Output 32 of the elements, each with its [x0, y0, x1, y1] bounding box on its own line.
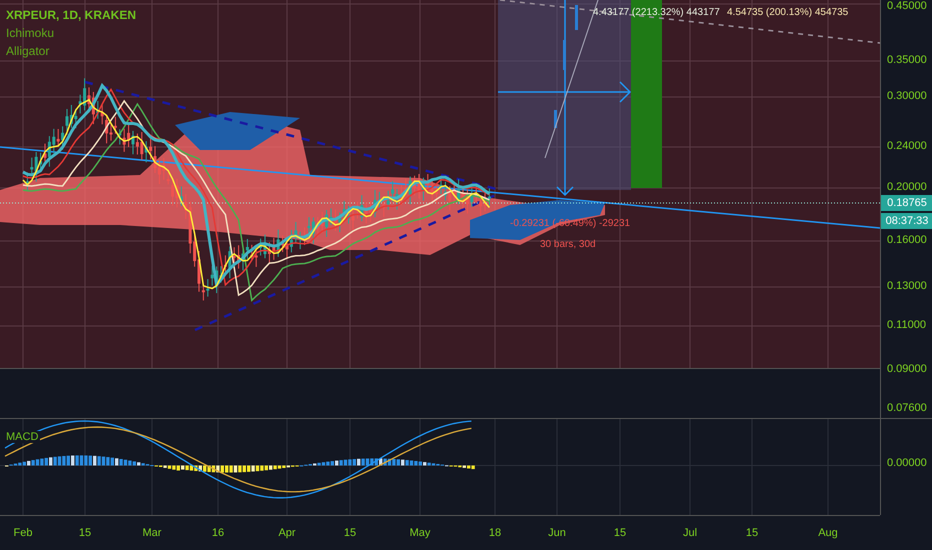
- symbol-title: XRPEUR, 1D, KRAKEN: [6, 8, 136, 22]
- measure-label: 30 bars, 30d: [540, 239, 596, 250]
- price-tick: 0.16000: [887, 234, 927, 246]
- time-tick: Feb: [14, 527, 32, 539]
- time-tick: Apr: [278, 527, 296, 539]
- time-tick: Aug: [818, 527, 838, 539]
- last-price-label: 0.18765: [881, 195, 932, 211]
- time-tick: 15: [746, 527, 758, 539]
- price-tick: 0.11000: [887, 319, 926, 331]
- price-tick: 0.20000: [887, 181, 927, 193]
- macd-tick: 0.00000: [887, 457, 927, 469]
- measure-label: 4.54735 (200.13%) 454735: [727, 7, 848, 18]
- price-tick: 0.07600: [887, 402, 927, 414]
- price-tick: 0.09000: [887, 363, 927, 375]
- time-tick: May: [410, 527, 430, 539]
- time-tick: 15: [614, 527, 626, 539]
- macd-label: MACD: [4, 431, 40, 443]
- indicator-label: Alligator: [6, 44, 50, 58]
- price-tick: 0.45000: [887, 0, 927, 12]
- price-tick: 0.35000: [887, 54, 927, 66]
- time-tick: 18: [488, 527, 502, 539]
- time-tick: Jun: [548, 527, 566, 539]
- price-tick: 0.13000: [887, 280, 927, 292]
- time-tick: 16: [212, 527, 224, 539]
- countdown-label: 08:37:33: [881, 213, 932, 229]
- indicator-label: Ichimoku: [6, 26, 56, 40]
- time-tick: Jul: [682, 527, 698, 539]
- price-tick: 0.30000: [887, 90, 927, 102]
- price-tick: 0.24000: [887, 140, 927, 152]
- time-tick: 15: [78, 527, 92, 539]
- time-tick: Mar: [142, 527, 162, 539]
- time-tick: 15: [344, 527, 356, 539]
